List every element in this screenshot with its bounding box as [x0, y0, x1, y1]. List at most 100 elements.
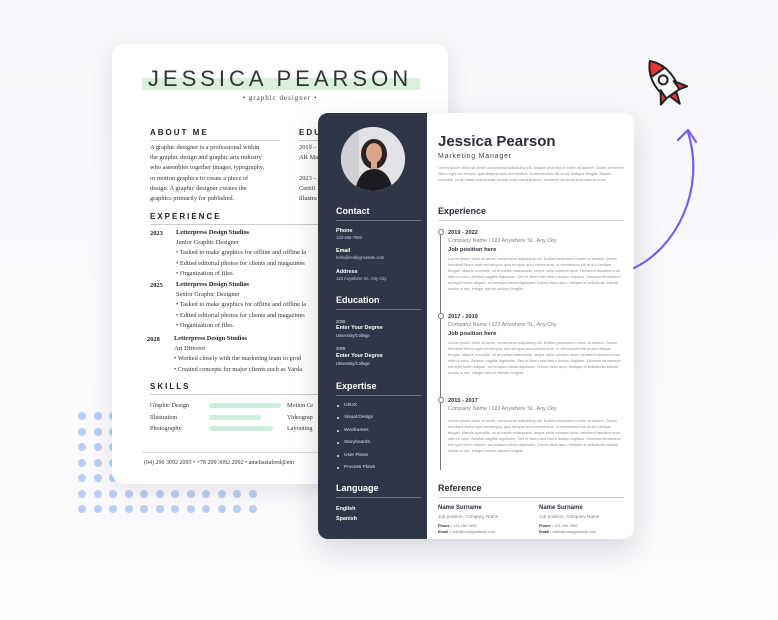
skill-name: Layouting — [287, 425, 313, 432]
decorative-dot — [78, 474, 86, 482]
decorative-dot — [248, 489, 257, 498]
timeline-line — [440, 233, 441, 470]
phone-label: Phone — [336, 228, 353, 234]
skill-bar — [209, 403, 281, 408]
rocket-icon — [648, 59, 689, 106]
decorative-dot — [171, 489, 179, 498]
expertise-item: Wireframes — [344, 427, 369, 433]
skill-bar — [209, 426, 273, 431]
address-label: Address — [336, 269, 358, 275]
job-company: Company Name I 123 Anywhere St., Any Cit… — [448, 406, 557, 412]
expertise-heading: Expertise — [336, 381, 377, 391]
job-years: 2015 - 2017 — [448, 398, 478, 404]
resume-template-front[interactable]: Contact Phone 123-456-7890 Email hello@r… — [318, 113, 634, 539]
divider — [150, 394, 320, 395]
job-company: Company Name I 123 Anywhere St., Any Cit… — [448, 322, 557, 328]
decorative-dot — [124, 505, 133, 513]
address-value: 123 Anywhere St., Any City — [336, 276, 387, 281]
language-item: English — [336, 506, 356, 512]
decorative-dot — [109, 505, 117, 513]
decorative-dot — [93, 427, 102, 436]
experience-heading: Experience — [438, 206, 487, 216]
timeline-dot — [437, 229, 444, 235]
skills-heading: SKILLS — [150, 382, 191, 391]
decorative-dot — [78, 458, 86, 467]
bullet-icon — [337, 405, 339, 407]
bullet-icon — [337, 454, 339, 457]
decorative-dot — [217, 489, 226, 498]
resume-name: Jessica Pearson — [438, 133, 556, 150]
email-label: Email — [336, 248, 351, 254]
reference-name: Name Surname — [539, 505, 583, 511]
decorative-dot — [202, 505, 210, 513]
expertise-item: Visual Design — [344, 415, 374, 421]
decorative-dot — [78, 505, 86, 513]
bullet-icon — [337, 429, 339, 432]
decorative-dot — [93, 489, 102, 498]
education-year: 2008 — [336, 319, 346, 324]
resume-name: JESSICA PEARSON — [147, 66, 413, 91]
decorative-dot — [186, 489, 195, 498]
decorative-dot — [233, 489, 241, 498]
skill-name: Motion Gr — [287, 402, 314, 409]
divider — [438, 220, 624, 221]
education-school: University/College — [336, 361, 370, 366]
reference-phone: Phone : 123-456-7890 — [539, 524, 578, 528]
decorative-dot — [171, 505, 179, 513]
decorative-dot — [186, 505, 195, 513]
bullet-icon — [337, 442, 339, 445]
job-entry: Letterpress Design Studios Art Director … — [174, 335, 303, 373]
decorative-dot — [109, 489, 117, 498]
bullet-icon — [337, 417, 339, 420]
divider — [150, 224, 320, 225]
expertise-item: Storyboards — [344, 440, 370, 446]
job-description: Lorem ipsum dolor sit amet, consectetur … — [448, 256, 621, 291]
decorative-dot — [233, 505, 241, 513]
decorative-dot — [93, 474, 102, 482]
reference-position: Job position, Company Name — [438, 514, 499, 519]
job-position: Job position here — [448, 331, 497, 337]
decorative-dot — [140, 505, 148, 513]
reference-position: Job position, Company Name — [539, 514, 600, 519]
education-heading: Education — [336, 295, 380, 305]
divider — [336, 309, 421, 310]
job-company: Company Name I 123 Anywhere St., Any Cit… — [448, 238, 557, 244]
education-year: 2008 — [336, 346, 346, 351]
timeline-dot — [437, 313, 444, 319]
decorative-dot — [93, 443, 102, 451]
job-year: 2023 — [150, 230, 163, 237]
education-degree: Enter Your Degree — [336, 353, 383, 359]
decorative-dot — [93, 505, 102, 513]
reference-email: Email : hello@reallygreatsite.com — [438, 530, 496, 534]
job-year: 2025 — [150, 282, 163, 289]
divider — [150, 140, 280, 141]
decorative-dot — [93, 458, 102, 467]
skill-name: Videograp — [287, 414, 313, 421]
job-description: Lorem ipsum dolor sit amet, consectetur … — [448, 340, 621, 375]
education-text: 2019 – AR Ma 2023 – Certifi illustra — [299, 144, 318, 203]
language-heading: Language — [336, 483, 379, 493]
job-position: Job position here — [448, 247, 497, 253]
reference-name: Name Surname — [438, 505, 482, 511]
expertise-item: User Flows — [344, 452, 368, 458]
skill-name: Photography — [150, 425, 182, 432]
decorative-dot — [217, 505, 226, 513]
about-text: A graphic designer is a professional wit… — [150, 144, 265, 203]
divider — [336, 497, 421, 498]
language-item: Spanish — [336, 516, 357, 522]
email-value: hello@reallygreatsite.com — [336, 255, 385, 260]
skill-name: Graphic Design — [150, 402, 190, 409]
education-degree: Enter Your Degree — [336, 325, 383, 331]
reference-phone: Phone : 123-456-7890 — [438, 524, 477, 528]
timeline-dot — [437, 397, 444, 403]
reference-heading: Reference — [438, 483, 482, 493]
decorative-dot — [124, 489, 133, 498]
job-year: 2028 — [147, 336, 160, 343]
curved-arrow-icon — [632, 128, 698, 270]
divider — [336, 220, 421, 221]
divider — [336, 395, 421, 396]
job-years: 2019 - 2022 — [448, 230, 478, 236]
job-entry: Letterpress Design Studios Junior Graphi… — [176, 229, 307, 277]
about-heading: ABOUT ME — [150, 128, 209, 137]
resume-subtitle: • graphic designer • — [242, 94, 318, 102]
